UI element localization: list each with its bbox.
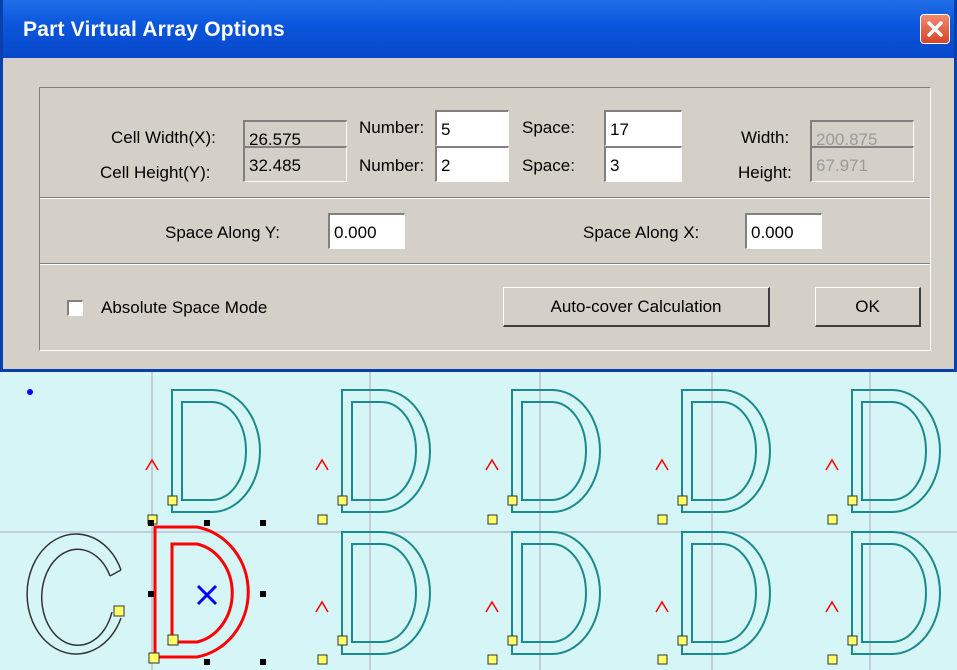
cell-height-field: 32.485: [243, 146, 347, 182]
separator-1: [40, 197, 930, 199]
title-bar[interactable]: Part Virtual Array Options: [3, 0, 954, 58]
height-field: 67.971: [810, 146, 914, 182]
absolute-space-mode-checkbox[interactable]: [67, 300, 83, 316]
space-along-y-label: Space Along Y:: [165, 223, 281, 242]
number-x-label: Number:: [359, 118, 425, 137]
auto-cover-calculation-button[interactable]: Auto-cover Calculation: [503, 287, 770, 327]
space-along-x-label: Space Along X:: [583, 223, 700, 242]
cell-width-label: Cell Width(X):: [111, 128, 216, 147]
drawing-canvas[interactable]: [0, 372, 957, 670]
width-label: Width:: [741, 128, 790, 147]
close-icon: [927, 21, 943, 37]
origin-marker: [27, 389, 33, 395]
close-button[interactable]: [920, 14, 950, 44]
dialog-title: Part Virtual Array Options: [23, 18, 285, 41]
space-y-input[interactable]: 3: [604, 146, 682, 182]
space-y-label: Space:: [522, 156, 575, 175]
cell-height-label: Cell Height(Y):: [100, 163, 211, 182]
number-y-input[interactable]: 2: [435, 146, 509, 182]
separator-2: [40, 263, 930, 265]
height-label: Height:: [738, 163, 792, 182]
space-x-label: Space:: [522, 118, 575, 137]
ok-button[interactable]: OK: [815, 287, 921, 327]
canvas-background: [0, 372, 957, 670]
space-x-input[interactable]: 17: [604, 110, 682, 146]
part-virtual-array-dialog: Part Virtual Array Options Cell Width(X)…: [0, 0, 957, 372]
space-along-x-input[interactable]: 0.000: [745, 213, 822, 249]
absolute-space-mode-label[interactable]: Absolute Space Mode: [101, 298, 267, 318]
number-x-input[interactable]: 5: [435, 110, 509, 146]
number-y-label: Number:: [359, 156, 425, 175]
space-along-y-input[interactable]: 0.000: [328, 213, 405, 249]
